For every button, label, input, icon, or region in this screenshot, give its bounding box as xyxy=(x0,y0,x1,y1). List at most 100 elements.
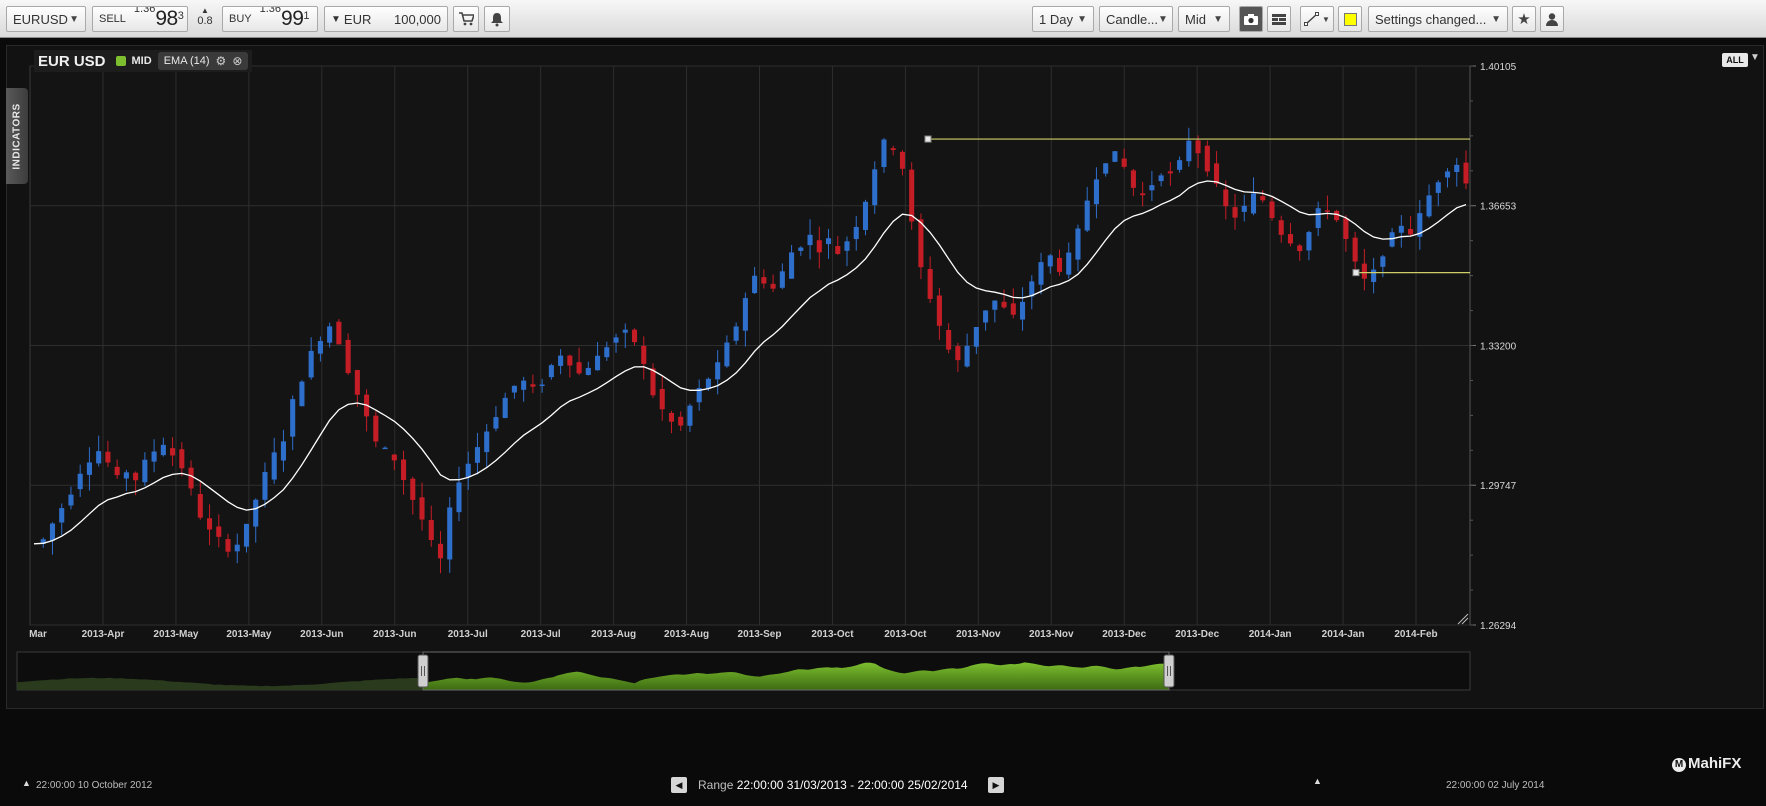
close-icon[interactable]: ⊗ xyxy=(232,54,242,68)
candle-body xyxy=(253,499,259,527)
candle-body xyxy=(927,269,933,299)
chart-legend: EUR USD MID EMA (14) ⚙ ⊗ xyxy=(34,50,253,72)
trendline-handle xyxy=(924,135,932,143)
candle-body xyxy=(733,326,739,341)
indicators-tab[interactable]: INDICATORS xyxy=(6,88,28,184)
gear-icon[interactable]: ⚙ xyxy=(216,54,227,68)
candle-body xyxy=(49,523,56,541)
candle-body xyxy=(909,169,915,222)
candle-body xyxy=(530,384,536,387)
y-tick-label: 1.26294 xyxy=(1480,621,1517,632)
candle-body xyxy=(354,370,360,395)
navigator-end-date: 22:00:00 02 July 2014 xyxy=(1446,780,1545,791)
candle-body xyxy=(474,447,480,463)
candle-body xyxy=(853,226,859,240)
candle-body xyxy=(973,326,979,347)
candle-body xyxy=(243,523,250,547)
x-tick-label: 2013-Jun xyxy=(300,629,343,640)
candle-body xyxy=(631,329,638,343)
candle-body xyxy=(1167,171,1173,174)
candle-body xyxy=(1343,218,1349,239)
all-range-button[interactable]: ALL xyxy=(1722,53,1748,67)
x-tick-label: 2013-Nov xyxy=(956,629,1001,640)
nav-start-marker-icon[interactable]: ▲ xyxy=(22,778,31,788)
chart-symbol-title: EUR USD xyxy=(38,52,106,70)
candle-body xyxy=(96,451,102,464)
range-label: Range xyxy=(698,778,734,792)
candle-body xyxy=(585,367,591,375)
trendline-handle xyxy=(1352,269,1360,277)
candle-body xyxy=(862,201,869,230)
nav-end-marker-icon[interactable]: ▲ xyxy=(1313,776,1322,786)
candle-body xyxy=(327,326,333,343)
candle-body xyxy=(1260,196,1266,201)
chevron-down-icon[interactable]: ▼ xyxy=(1750,52,1760,63)
candle-body xyxy=(59,508,65,523)
candle-body xyxy=(465,463,471,478)
candle-body xyxy=(437,543,444,559)
candle-body xyxy=(170,448,176,456)
y-tick-label: 1.40105 xyxy=(1480,62,1517,73)
candle-body xyxy=(1010,303,1016,315)
y-tick-label: 1.29747 xyxy=(1480,481,1517,492)
candle-up xyxy=(1112,150,1118,163)
ema-indicator-chip[interactable]: EMA (14) ⚙ ⊗ xyxy=(157,52,249,70)
candle-body xyxy=(345,339,351,374)
candle-body xyxy=(1020,301,1026,320)
candle-body xyxy=(142,459,148,483)
range-back-button[interactable]: ◀ xyxy=(671,777,687,793)
candle-body xyxy=(890,148,896,151)
candle-body xyxy=(133,472,139,481)
candle-down xyxy=(1204,140,1210,177)
candle-body xyxy=(1038,262,1044,285)
y-tick-label: 1.36653 xyxy=(1480,202,1517,213)
candle-body xyxy=(179,449,185,469)
candle-body xyxy=(844,241,850,251)
candle-body xyxy=(548,365,554,378)
x-tick-label: 2013-Oct xyxy=(811,629,854,640)
candle-body xyxy=(188,467,194,489)
candle-body xyxy=(1361,263,1367,279)
candle-body xyxy=(1223,189,1229,207)
candle-body xyxy=(1241,205,1247,212)
candle-body xyxy=(659,388,665,410)
candle-body xyxy=(1093,179,1099,205)
candle-body xyxy=(595,355,601,371)
candle-body xyxy=(1130,170,1136,188)
candle-body xyxy=(604,347,610,358)
x-tick-label: 2013-May xyxy=(226,629,271,640)
candle-body xyxy=(983,310,989,323)
candle-body xyxy=(705,378,711,389)
candle-body xyxy=(1269,201,1275,218)
candle-body xyxy=(964,345,970,367)
candle-body xyxy=(493,417,499,429)
range-bar: ▲ 22:00:00 10 October 2012 ◀ Range 22:00… xyxy=(0,776,1766,806)
candle-body xyxy=(1435,182,1441,193)
price-chart[interactable]: Mar 2013-Apr 2013-May 2013-May 2013-Jun 2013-… xyxy=(0,0,1766,720)
candle-body xyxy=(511,385,517,393)
candle-body xyxy=(1408,228,1414,235)
candle-body xyxy=(336,321,342,345)
candle-body xyxy=(881,139,887,168)
candle-body xyxy=(410,478,416,500)
candle-body xyxy=(1371,269,1377,282)
range-forward-button[interactable]: ▶ xyxy=(988,777,1004,793)
candle-body xyxy=(1426,195,1432,217)
mid-label: MID xyxy=(131,55,152,67)
candle-down xyxy=(909,162,915,230)
candle-body xyxy=(299,381,305,407)
candle-body xyxy=(391,454,397,461)
candle-body xyxy=(1066,252,1072,275)
candle-body xyxy=(86,462,92,475)
candle-body xyxy=(1056,257,1063,272)
candle-body xyxy=(558,355,564,366)
all-range-label: ALL xyxy=(1726,55,1744,65)
candle-body xyxy=(576,362,582,374)
mid-color-icon xyxy=(115,56,126,66)
candle-body xyxy=(234,544,240,552)
candle-body xyxy=(1454,164,1460,173)
candle-body xyxy=(798,247,804,251)
candle-body xyxy=(779,271,785,288)
candle-body xyxy=(1121,158,1127,167)
x-tick-label: Mar xyxy=(29,629,47,640)
